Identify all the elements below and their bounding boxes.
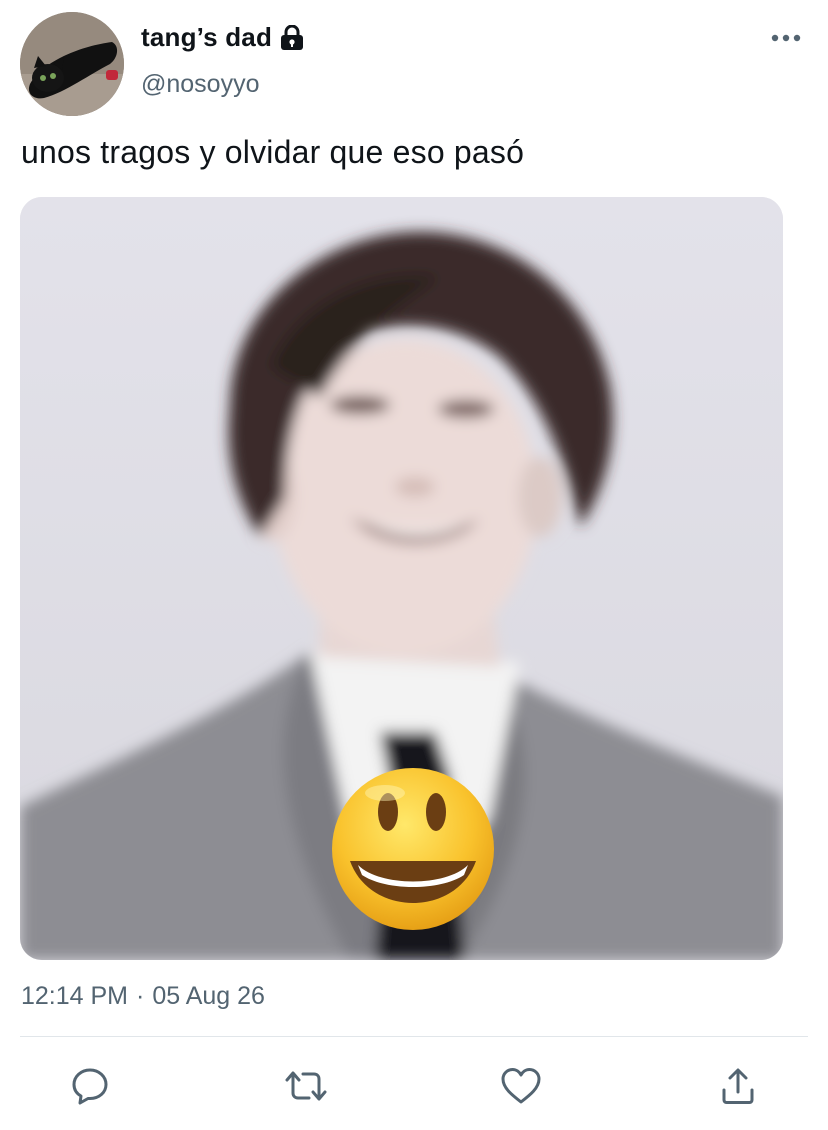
tweet-text: unos tragos y olvidar que eso pasó (21, 134, 525, 170)
like-button[interactable] (499, 1064, 543, 1108)
share-button[interactable] (716, 1064, 760, 1108)
blurred-portrait-image (20, 197, 783, 960)
more-dots-icon (771, 34, 801, 42)
retweet-arrows-icon (285, 1071, 327, 1101)
grinning-emoji-icon (332, 768, 494, 930)
tweet-timestamp[interactable]: 12:14 PM · 05 Aug 26 (21, 982, 265, 1011)
share-upload-icon (722, 1068, 754, 1104)
heart-icon (501, 1068, 541, 1104)
lock-icon (280, 24, 304, 51)
black-cat-avatar-icon (20, 12, 124, 116)
display-name[interactable]: tang’s dad (141, 22, 272, 53)
more-options-button[interactable] (768, 28, 804, 48)
tweet-time: 12:14 PM (21, 982, 129, 1010)
retweet-button[interactable] (284, 1064, 328, 1108)
reply-button[interactable] (68, 1064, 112, 1108)
divider (20, 1036, 808, 1037)
tweet-date: 05 Aug 26 (152, 982, 265, 1010)
timestamp-separator: · (136, 982, 145, 1010)
author-name-row[interactable]: tang’s dad (141, 22, 304, 53)
tweet-media[interactable] (20, 197, 783, 960)
handle[interactable]: @nosoyyo (141, 70, 260, 99)
avatar[interactable] (20, 12, 124, 116)
speech-bubble-icon (72, 1068, 108, 1105)
